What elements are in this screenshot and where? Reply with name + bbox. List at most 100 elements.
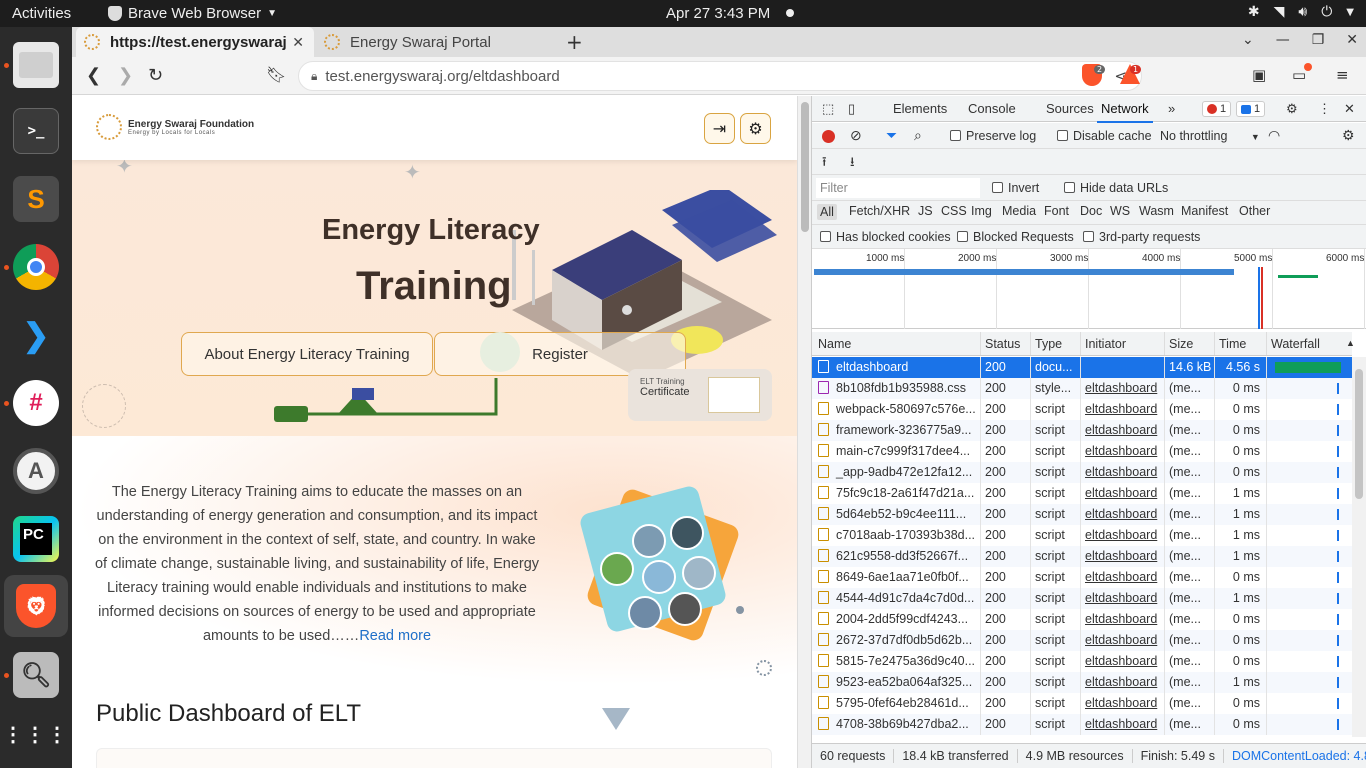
login-button[interactable]: ⇥ (704, 113, 735, 144)
request-initiator[interactable]: eltdashboard (1080, 567, 1164, 588)
request-initiator[interactable]: eltdashboard (1080, 693, 1164, 714)
request-initiator[interactable]: eltdashboard (1080, 441, 1164, 462)
record-button[interactable] (822, 130, 835, 143)
dock-files[interactable] (10, 39, 62, 91)
search-icon[interactable]: ⌕ (914, 127, 922, 144)
request-initiator[interactable]: eltdashboard (1080, 378, 1164, 399)
clear-icon[interactable]: ⊘ (850, 127, 862, 144)
dock-chrome[interactable] (10, 241, 62, 293)
url-text[interactable]: test.energyswaraj.org/eltdashboard (325, 68, 559, 85)
dock-terminal[interactable]: >_ (10, 105, 62, 157)
request-row[interactable]: 8649-6ae1aa71e0fb0f... 200 script eltdashbo… (812, 567, 1352, 588)
hide-data-urls-checkbox[interactable]: Hide data URLs (1064, 181, 1168, 195)
new-tab-button[interactable]: + (566, 30, 583, 54)
tab-search-icon[interactable]: ⌄ (1242, 32, 1254, 48)
request-row[interactable]: eltdashboard 200 docu... 14.6 kB 4.56 s (812, 357, 1352, 378)
filter-funnel-icon[interactable]: ⏷ (886, 127, 897, 144)
message-counter[interactable]: 1 (1236, 101, 1266, 117)
type-wasm[interactable]: Wasm (1139, 204, 1174, 218)
wifi-icon[interactable]: ◥ (1274, 4, 1285, 20)
tab-console[interactable]: Console (968, 101, 1016, 116)
app-menu[interactable]: Brave Web Browser ▼ (108, 5, 277, 22)
request-row[interactable]: framework-3236775a9... 200 script eltdashbo… (812, 420, 1352, 441)
tab-sources[interactable]: Sources (1046, 101, 1094, 116)
type-manifest[interactable]: Manifest (1181, 204, 1228, 218)
kebab-menu-icon[interactable]: ⋮ (1318, 101, 1331, 117)
request-row[interactable]: 75fc9c18-2a61f47d21a... 200 script eltdashb… (812, 483, 1352, 504)
request-initiator[interactable]: eltdashboard (1080, 483, 1164, 504)
blocked-requests-checkbox[interactable]: Blocked Requests (957, 230, 1074, 244)
dock-app-center[interactable]: A (10, 445, 62, 497)
type-font[interactable]: Font (1044, 204, 1069, 218)
menu-icon[interactable]: ≡ (1336, 66, 1349, 84)
clock[interactable]: Apr 27 3:43 PM (666, 5, 770, 22)
close-devtools-icon[interactable]: ✕ (1344, 101, 1355, 117)
dock-pycharm[interactable]: PC (10, 513, 62, 565)
request-initiator[interactable]: eltdashboard (1080, 588, 1164, 609)
request-row[interactable]: 4544-4d91c7da4c7d0d... 200 script eltdashbo… (812, 588, 1352, 609)
type-doc[interactable]: Doc (1080, 204, 1102, 218)
col-type[interactable]: Type (1030, 332, 1080, 355)
request-row[interactable]: 2672-37d7df0db5d62b... 200 script eltdashbo… (812, 630, 1352, 651)
system-tray[interactable]: ✱ ◥ 🔊︎ ⏻ ▼ (1248, 4, 1354, 20)
col-size[interactable]: Size (1164, 332, 1214, 355)
volume-icon[interactable]: 🔊︎ (1298, 4, 1307, 20)
dock-show-apps[interactable]: ⋮⋮⋮ (3, 709, 67, 761)
request-initiator[interactable]: eltdashboard (1080, 525, 1164, 546)
request-row[interactable]: 5d64eb52-b9c4ee111... 200 script eltdashboa… (812, 504, 1352, 525)
request-initiator[interactable]: eltdashboard (1080, 651, 1164, 672)
dock-slack[interactable]: # (10, 377, 62, 429)
chevron-down-icon[interactable]: ▼ (1346, 7, 1354, 18)
requests-scrollbar[interactable] (1352, 357, 1366, 737)
address-bar[interactable]: 🔒︎ test.energyswaraj.org/eltdashboard ⋖ (298, 61, 1142, 91)
request-row[interactable]: 4708-38b69b427dba2... 200 script eltdashboa… (812, 714, 1352, 735)
request-initiator[interactable]: eltdashboard (1080, 462, 1164, 483)
restore-icon[interactable]: ❐ (1312, 32, 1325, 48)
settings-gear-icon[interactable]: ⚙ (1286, 101, 1298, 117)
request-row[interactable]: 2004-2dd5f99cdf4243... 200 script eltdashbo… (812, 609, 1352, 630)
request-initiator[interactable]: eltdashboard (1080, 630, 1164, 651)
col-name[interactable]: Name (812, 332, 980, 355)
dock-sublime[interactable]: S (10, 173, 62, 225)
network-conditions-icon[interactable]: ◠ (1268, 127, 1280, 144)
invert-checkbox[interactable]: Invert (992, 181, 1039, 195)
scrollbar-thumb[interactable] (1355, 369, 1363, 499)
tab-energy-swaraj-portal[interactable]: Energy Swaraj Portal (316, 27, 552, 57)
device-toolbar-icon[interactable]: ▯ (848, 101, 855, 117)
dock-image-viewer[interactable]: 🔍︎ (10, 649, 62, 701)
filter-input[interactable]: Filter (816, 178, 980, 198)
type-fetch-xhr[interactable]: Fetch/XHR (849, 204, 910, 218)
minimize-icon[interactable]: — (1276, 32, 1290, 48)
request-initiator[interactable]: eltdashboard (1080, 609, 1164, 630)
request-row[interactable]: main-c7c999f317dee4... 200 script eltdashbo… (812, 441, 1352, 462)
site-logo[interactable]: Energy Swaraj Foundation Energy by Local… (96, 114, 254, 140)
network-overview-timeline[interactable]: 1000 ms 2000 ms 3000 ms 4000 ms 5000 ms … (812, 249, 1366, 329)
request-initiator[interactable]: eltdashboard (1080, 672, 1164, 693)
reload-icon[interactable]: ↻ (148, 65, 163, 86)
back-icon[interactable]: ❮ (86, 65, 101, 86)
request-row[interactable]: webpack-580697c576e... 200 script eltdashbo… (812, 399, 1352, 420)
power-icon[interactable]: ⏻ (1321, 4, 1332, 20)
settings-button[interactable]: ⚙ (740, 113, 771, 144)
type-js[interactable]: JS (918, 204, 933, 218)
lock-icon[interactable]: 🔒︎ (311, 69, 317, 84)
col-initiator[interactable]: Initiator (1080, 332, 1164, 355)
request-row[interactable]: c7018aab-170393b38d... 200 script eltdashbo… (812, 525, 1352, 546)
forward-icon[interactable]: ❯ (118, 65, 133, 86)
scrollbar-thumb[interactable] (801, 102, 809, 232)
type-all[interactable]: All (817, 204, 837, 220)
request-row[interactable]: 9523-ea52ba064af325... 200 script eltdashbo… (812, 672, 1352, 693)
request-row[interactable]: 5815-7e2475a36d9c40... 200 script eltdashbo… (812, 651, 1352, 672)
export-har-icon[interactable]: ⭳ (850, 153, 855, 175)
more-tabs-icon[interactable]: » (1168, 101, 1175, 116)
preserve-log-checkbox[interactable]: Preserve log (950, 129, 1036, 143)
read-more-link[interactable]: Read more (359, 628, 431, 644)
elt-certificate-card[interactable]: ELT Training Certificate (628, 369, 772, 421)
request-row[interactable]: 5795-0fef64eb28461d... 200 script eltdashbo… (812, 693, 1352, 714)
request-row[interactable]: 621c9558-dd3f52667f... 200 script eltdashbo… (812, 546, 1352, 567)
tab-elements[interactable]: Elements (893, 101, 947, 116)
type-ws[interactable]: WS (1110, 204, 1130, 218)
request-initiator[interactable]: eltdashboard (1080, 399, 1164, 420)
page-scrollbar[interactable] (797, 96, 811, 768)
bookmark-icon[interactable]: 🔖︎ (266, 65, 286, 84)
